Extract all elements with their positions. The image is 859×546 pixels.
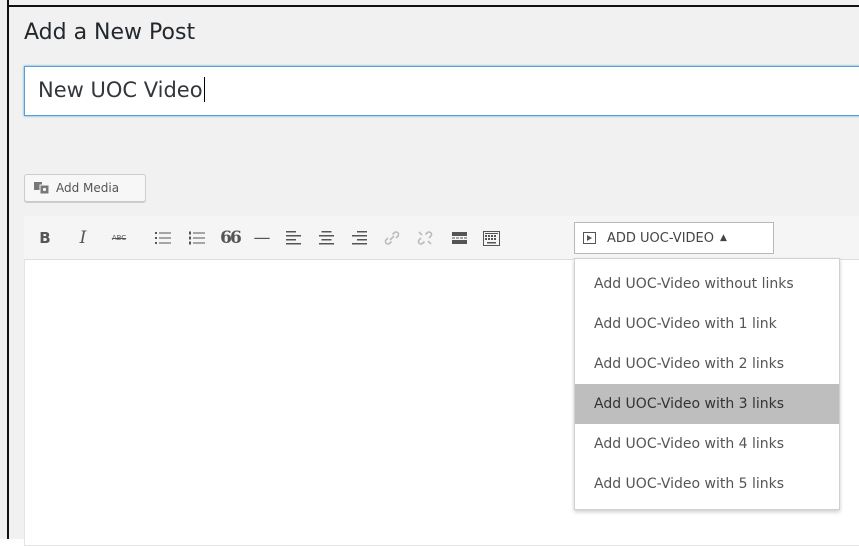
toolbar-toggle-icon[interactable] [482,228,500,248]
add-media-icon [33,180,51,196]
blockquote-button[interactable]: 66 [220,228,242,248]
add-uoc-video-dropdown-menu: Add UOC-Video without links Add UOC-Vide… [574,258,840,510]
post-title-text: New UOC Video [38,78,203,102]
menu-item-video-3-links[interactable]: Add UOC-Video with 3 links [575,384,839,424]
add-media-label: Add Media [56,181,120,195]
insert-link-icon[interactable] [383,228,401,248]
frame-border-top [7,5,859,7]
italic-button[interactable]: I [76,228,90,248]
add-uoc-video-button[interactable]: ADD UOC-VIDEO ▲ [574,222,774,254]
strikethrough-button[interactable]: ABC [108,228,130,248]
page-title: Add a New Post [24,20,196,45]
menu-item-video-4-links[interactable]: Add UOC-Video with 4 links [575,424,839,464]
add-media-button[interactable]: Add Media [24,174,146,202]
align-right-icon[interactable] [350,228,368,248]
align-center-icon[interactable] [317,228,335,248]
align-left-icon[interactable] [284,228,302,248]
video-icon [583,232,596,244]
horizontal-line-button[interactable]: — [252,228,272,248]
frame-border-left [7,0,9,539]
bulleted-list-icon[interactable] [154,228,172,248]
menu-item-video-2-links[interactable]: Add UOC-Video with 2 links [575,344,839,384]
remove-link-icon[interactable] [416,228,434,248]
dropdown-arrow-up-icon: ▲ [719,233,727,243]
menu-item-video-without-links[interactable]: Add UOC-Video without links [575,264,839,304]
add-uoc-video-label: ADD UOC-VIDEO [607,230,714,246]
menu-item-video-1-link[interactable]: Add UOC-Video with 1 link [575,304,839,344]
post-title-input[interactable]: New UOC Video [24,66,859,116]
read-more-icon[interactable] [450,228,468,248]
bold-button[interactable]: B [38,228,52,248]
menu-item-video-5-links[interactable]: Add UOC-Video with 5 links [575,464,839,504]
text-caret [203,77,205,102]
numbered-list-icon[interactable] [188,228,206,248]
